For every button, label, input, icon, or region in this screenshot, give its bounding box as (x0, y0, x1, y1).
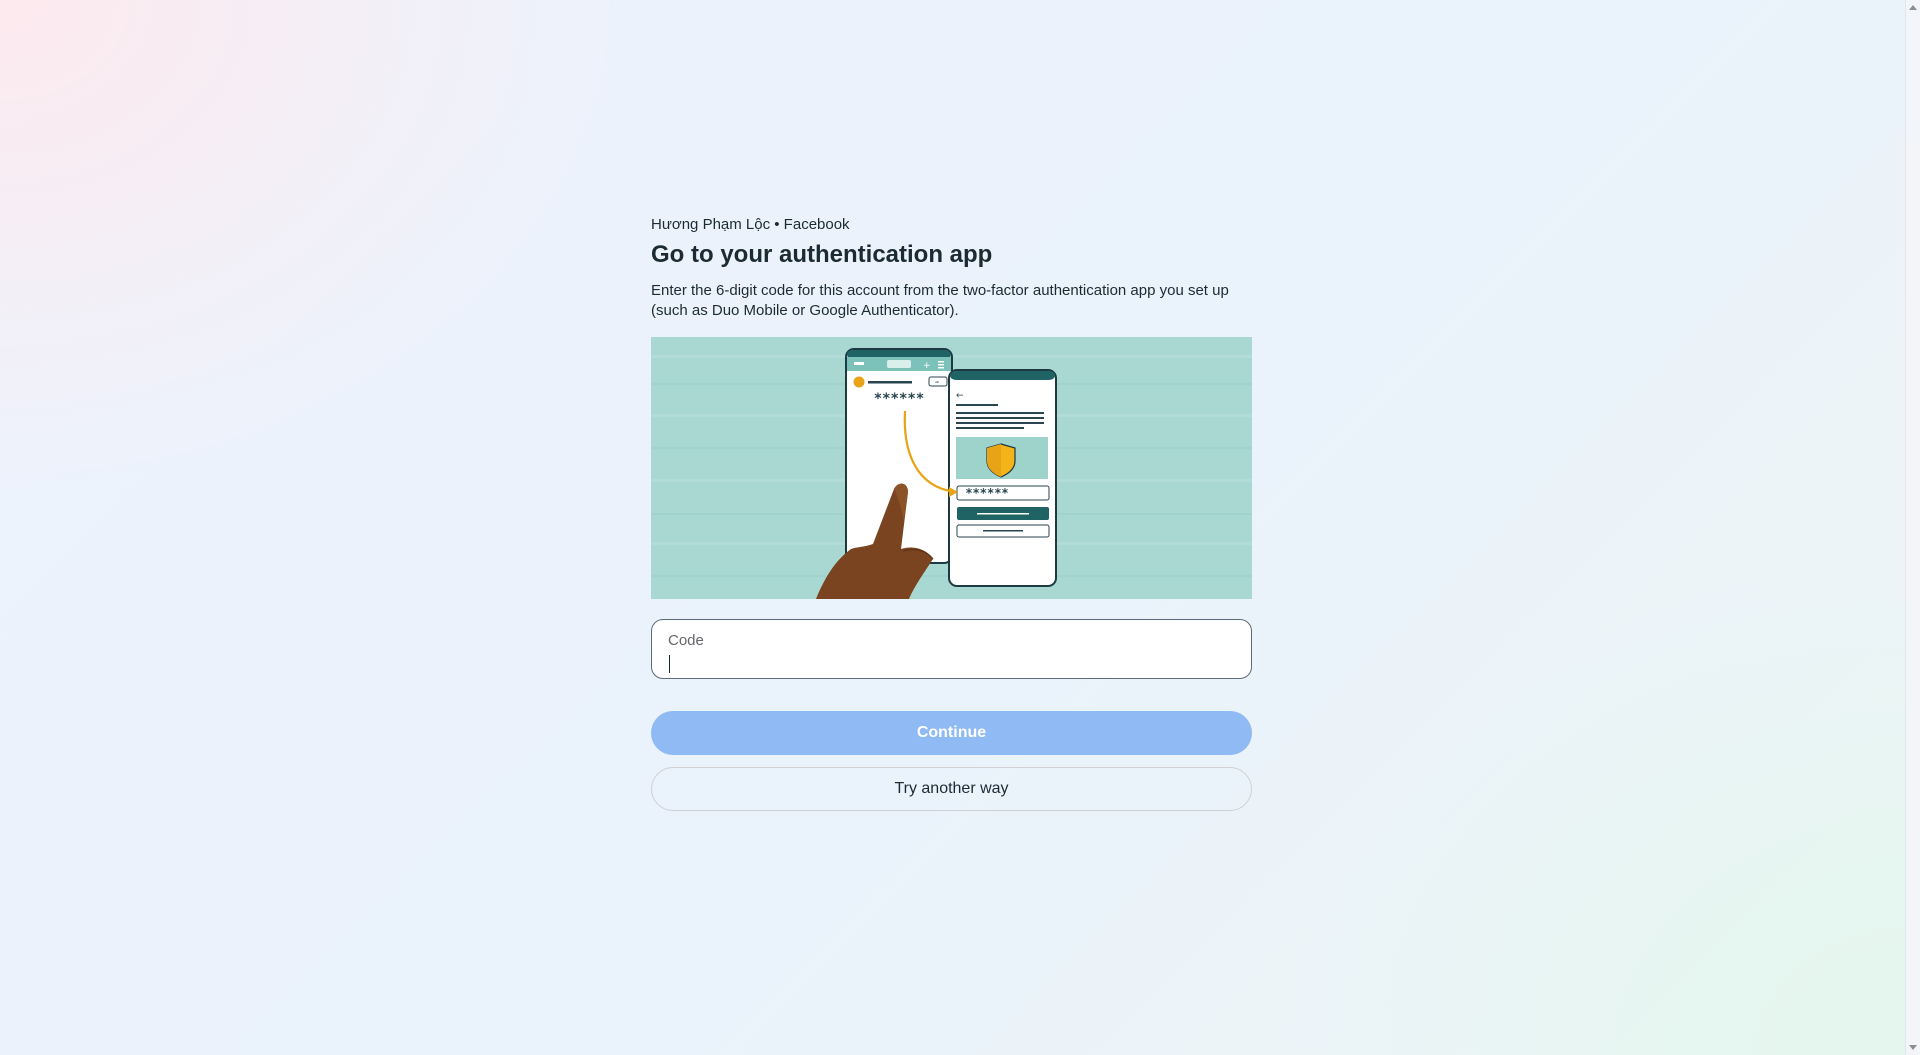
vertical-scrollbar[interactable] (1905, 0, 1920, 1055)
code-field[interactable]: Code (651, 619, 1252, 679)
left-phone-code: ****** (874, 391, 925, 407)
auth-page: Hương Phạm Lộc • Facebook Go to your aut… (0, 0, 1905, 1055)
authentication-illustration: + ⊸ ****** ← ****** (651, 337, 1252, 599)
right-phone: ← ****** (948, 369, 1057, 587)
try-another-way-button[interactable]: Try another way (651, 767, 1252, 811)
svg-text:←: ← (956, 391, 964, 401)
phones-illustration: + ⊸ ****** ← ****** (651, 337, 1252, 599)
code-label: Code (668, 632, 704, 649)
scroll-down-icon[interactable] (1909, 1045, 1917, 1050)
page-title: Go to your authentication app (651, 241, 993, 268)
account-line: Hương Phạm Lộc • Facebook (651, 216, 850, 233)
svg-text:+: + (923, 361, 931, 371)
right-phone-code: ****** (965, 486, 1008, 500)
code-input[interactable] (668, 652, 1228, 672)
svg-text:⊸: ⊸ (935, 379, 939, 386)
auth-card: Hương Phạm Lộc • Facebook Go to your aut… (651, 215, 1252, 811)
page-description: Enter the 6-digit code for this account … (651, 282, 1229, 319)
continue-button[interactable]: Continue (651, 711, 1252, 755)
text-caret (669, 655, 670, 673)
scroll-up-icon[interactable] (1909, 5, 1917, 10)
